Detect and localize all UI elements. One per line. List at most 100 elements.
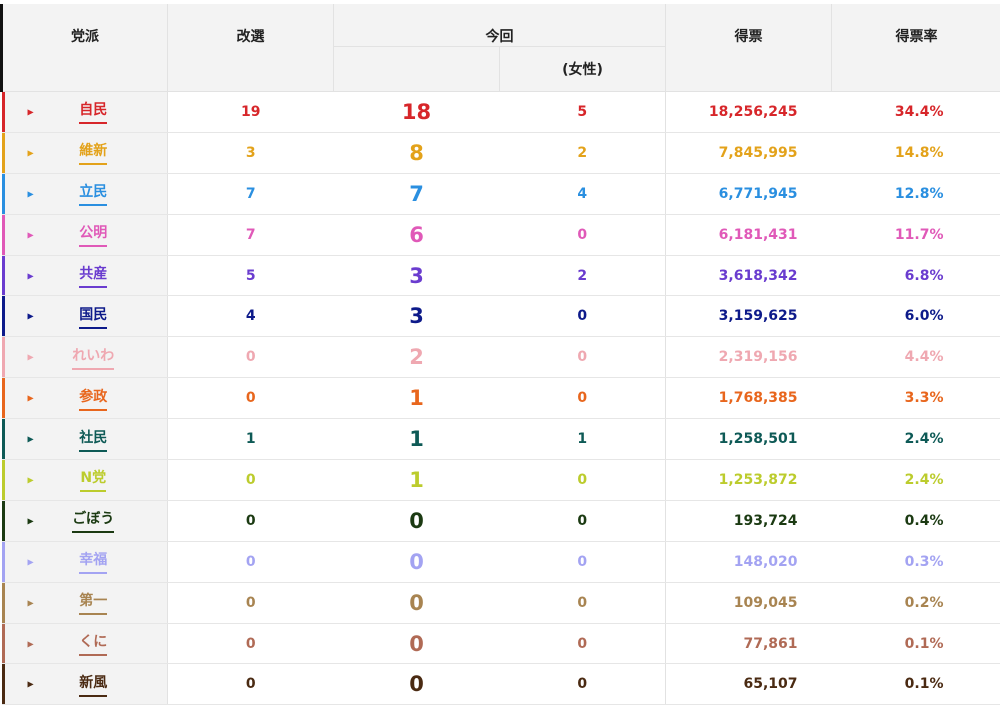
party-color-bar [2, 215, 5, 255]
party-cell[interactable]: ▶ 国民 [2, 296, 168, 337]
party-cell[interactable]: ▶ N党 [2, 460, 168, 501]
party-cell[interactable]: ▶ 社民 [2, 419, 168, 460]
header-tokuhyo[interactable]: 得票 [666, 4, 832, 92]
party-cell[interactable]: ▶ 自民 [2, 92, 168, 133]
expand-arrow-icon[interactable]: ▶ [28, 107, 34, 116]
party-name-link[interactable]: くに [79, 631, 107, 656]
women-seats: 0 [500, 623, 666, 664]
header-party[interactable]: 党派 [2, 4, 168, 92]
kaisen-seats: 4 [168, 296, 334, 337]
expand-arrow-icon[interactable]: ▶ [28, 148, 34, 157]
table-row[interactable]: ▶第一000109,0450.2% [2, 582, 1000, 623]
header-konkai[interactable]: 今回 [334, 4, 666, 47]
party-name-link[interactable]: ごぼう [72, 508, 114, 533]
party-cell[interactable]: ▶ 第一 [2, 582, 168, 623]
women-seats: 0 [500, 214, 666, 255]
table-row[interactable]: ▶国民4303,159,6256.0% [2, 296, 1000, 337]
expand-arrow-icon[interactable]: ▶ [28, 475, 34, 484]
party-name-link[interactable]: 共産 [79, 263, 107, 288]
table-row[interactable]: ▶社民1111,258,5012.4% [2, 419, 1000, 460]
header-kaisen[interactable]: 改選 [168, 4, 334, 92]
table-row[interactable]: ▶くに00077,8610.1% [2, 623, 1000, 664]
party-cell[interactable]: ▶ 共産 [2, 255, 168, 296]
vote-count: 148,020 [666, 541, 832, 582]
party-cell[interactable]: ▶ れいわ [2, 337, 168, 378]
current-seats: 3 [334, 255, 500, 296]
party-name-link[interactable]: 立民 [79, 181, 107, 206]
current-seats: 2 [334, 337, 500, 378]
table-row[interactable]: ▶幸福000148,0200.3% [2, 541, 1000, 582]
expand-arrow-icon[interactable]: ▶ [28, 230, 34, 239]
table-row[interactable]: ▶れいわ0202,319,1564.4% [2, 337, 1000, 378]
expand-arrow-icon[interactable]: ▶ [28, 680, 34, 689]
kaisen-seats: 0 [168, 460, 334, 501]
expand-arrow-icon[interactable]: ▶ [28, 271, 34, 280]
table-row[interactable]: ▶維新3827,845,99514.8% [2, 132, 1000, 173]
party-cell[interactable]: ▶ 公明 [2, 214, 168, 255]
vote-share: 6.8% [832, 255, 1000, 296]
party-name-link[interactable]: 参政 [79, 386, 107, 411]
party-cell[interactable]: ▶ 幸福 [2, 541, 168, 582]
party-color-bar [2, 460, 5, 500]
vote-count: 65,107 [666, 664, 832, 705]
header-konkai-spacer [334, 47, 500, 92]
expand-arrow-icon[interactable]: ▶ [28, 189, 34, 198]
party-cell[interactable]: ▶ 維新 [2, 132, 168, 173]
expand-arrow-icon[interactable]: ▶ [28, 353, 34, 362]
party-name-link[interactable]: 維新 [79, 140, 107, 165]
kaisen-seats: 5 [168, 255, 334, 296]
table-row[interactable]: ▶公明7606,181,43111.7% [2, 214, 1000, 255]
expand-arrow-icon[interactable]: ▶ [28, 435, 34, 444]
table-row[interactable]: ▶新風00065,1070.1% [2, 664, 1000, 705]
expand-arrow-icon[interactable]: ▶ [28, 557, 34, 566]
party-color-bar [2, 92, 5, 132]
table-row[interactable]: ▶立民7746,771,94512.8% [2, 173, 1000, 214]
party-name-link[interactable]: 幸福 [79, 549, 107, 574]
kaisen-seats: 3 [168, 132, 334, 173]
current-seats: 3 [334, 296, 500, 337]
header-ritsu[interactable]: 得票率 [832, 4, 1000, 92]
women-seats: 0 [500, 582, 666, 623]
current-seats: 1 [334, 378, 500, 419]
women-seats: 0 [500, 296, 666, 337]
header-josei[interactable]: (女性) [500, 47, 666, 92]
current-seats: 0 [334, 541, 500, 582]
women-seats: 0 [500, 541, 666, 582]
vote-count: 6,181,431 [666, 214, 832, 255]
kaisen-seats: 0 [168, 664, 334, 705]
current-seats: 1 [334, 460, 500, 501]
vote-share: 0.3% [832, 541, 1000, 582]
vote-count: 6,771,945 [666, 173, 832, 214]
party-cell[interactable]: ▶ 立民 [2, 173, 168, 214]
table-row[interactable]: ▶参政0101,768,3853.3% [2, 378, 1000, 419]
table-row[interactable]: ▶N党0101,253,8722.4% [2, 460, 1000, 501]
current-seats: 0 [334, 500, 500, 541]
party-name-link[interactable]: 自民 [79, 99, 107, 124]
party-cell[interactable]: ▶ 新風 [2, 664, 168, 705]
party-name-link[interactable]: 公明 [79, 222, 107, 247]
current-seats: 18 [334, 92, 500, 133]
table-row[interactable]: ▶ごぼう000193,7240.4% [2, 500, 1000, 541]
expand-arrow-icon[interactable]: ▶ [28, 598, 34, 607]
party-cell[interactable]: ▶ 参政 [2, 378, 168, 419]
party-name-link[interactable]: 新風 [79, 672, 107, 697]
party-color-bar [2, 624, 5, 664]
party-name-link[interactable]: 第一 [79, 590, 107, 615]
party-name-link[interactable]: N党 [80, 467, 106, 492]
table-row[interactable]: ▶共産5323,618,3426.8% [2, 255, 1000, 296]
party-name-link[interactable]: 国民 [79, 304, 107, 329]
table-row[interactable]: ▶自民1918518,256,24534.4% [2, 92, 1000, 133]
expand-arrow-icon[interactable]: ▶ [28, 516, 34, 525]
women-seats: 5 [500, 92, 666, 133]
party-name-link[interactable]: 社民 [79, 427, 107, 452]
party-cell[interactable]: ▶ ごぼう [2, 500, 168, 541]
party-cell[interactable]: ▶ くに [2, 623, 168, 664]
expand-arrow-icon[interactable]: ▶ [28, 394, 34, 403]
women-seats: 2 [500, 132, 666, 173]
expand-arrow-icon[interactable]: ▶ [28, 312, 34, 321]
expand-arrow-icon[interactable]: ▶ [28, 639, 34, 648]
vote-share: 2.4% [832, 419, 1000, 460]
vote-share: 12.8% [832, 173, 1000, 214]
party-name-link[interactable]: れいわ [72, 345, 114, 370]
kaisen-seats: 19 [168, 92, 334, 133]
